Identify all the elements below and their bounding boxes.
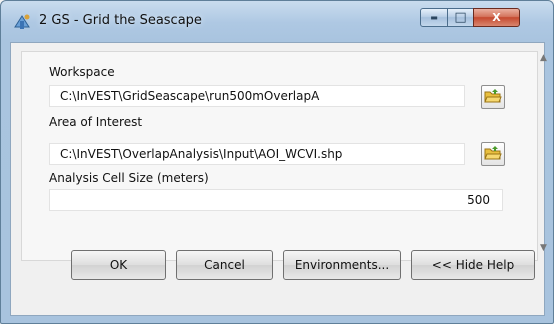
workspace-input[interactable]: C:\InVEST\GridSeascape\run500mOverlapA (49, 85, 465, 107)
title-bar[interactable]: 2 GS - Grid the Seascape ▬ □ X (1, 1, 553, 41)
close-icon: X (492, 11, 501, 24)
maximize-icon: □ (454, 10, 467, 25)
hide-help-button[interactable]: << Hide Help (411, 250, 535, 280)
maximize-button[interactable]: □ (447, 8, 474, 27)
workspace-browse-button[interactable] (481, 85, 505, 109)
minimize-button[interactable]: ▬ (420, 8, 448, 27)
ok-button[interactable]: OK (71, 250, 166, 280)
minimize-icon: ▬ (430, 13, 438, 22)
arcgis-toolbox-icon (12, 12, 32, 32)
dialog-window: 2 GS - Grid the Seascape ▬ □ X ▲ ▼ Works… (0, 0, 554, 324)
cancel-button[interactable]: Cancel (176, 250, 273, 280)
close-button[interactable]: X (473, 8, 520, 27)
scroll-up-arrow-icon[interactable]: ▲ (540, 53, 547, 63)
open-folder-icon (484, 88, 502, 107)
cell-size-label: Analysis Cell Size (meters) (49, 171, 209, 185)
aoi-input[interactable]: C:\InVEST\OverlapAnalysis\Input\AOI_WCVI… (49, 143, 465, 165)
cell-size-input[interactable]: 500 (49, 189, 503, 211)
open-folder-icon (484, 145, 502, 164)
workspace-label: Workspace (49, 65, 115, 79)
aoi-label: Area of Interest (49, 115, 143, 129)
window-title: 2 GS - Grid the Seascape (39, 13, 202, 28)
environments-button[interactable]: Environments... (283, 250, 401, 280)
scroll-down-arrow-icon[interactable]: ▼ (540, 243, 547, 253)
aoi-browse-button[interactable] (481, 142, 505, 166)
